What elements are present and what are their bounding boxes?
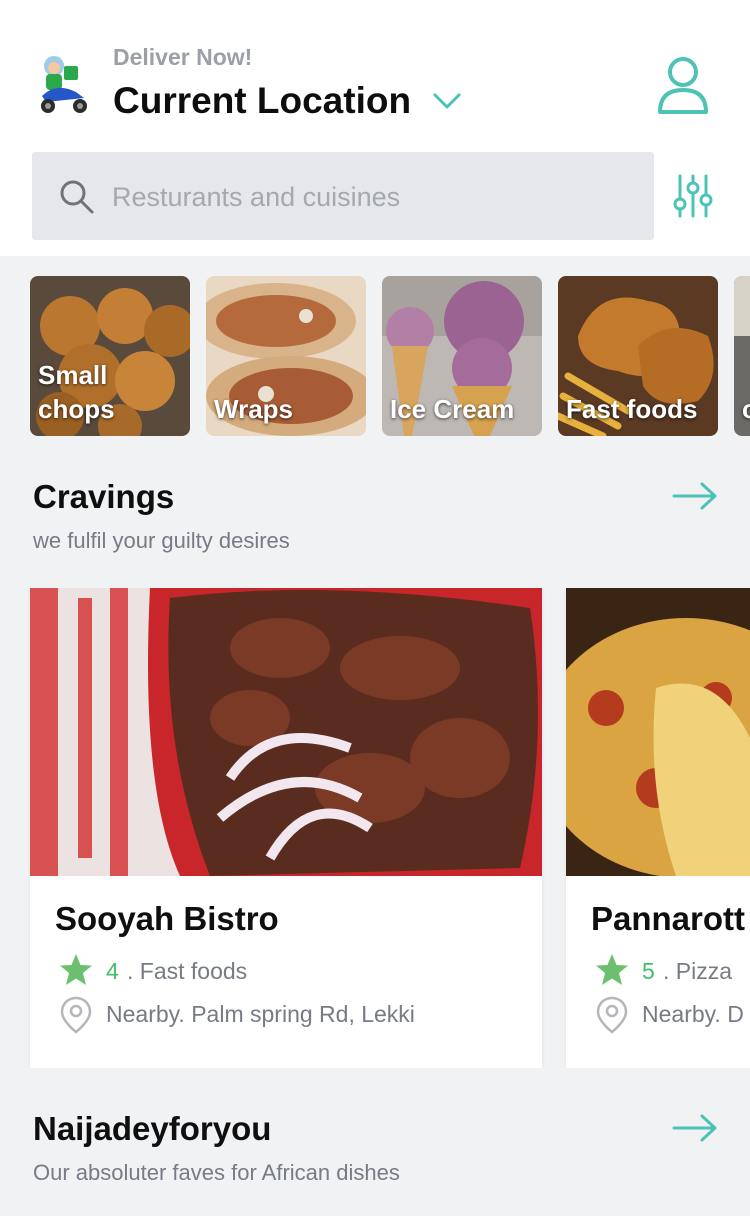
user-profile-icon[interactable] [656,54,710,116]
filter-sliders-icon[interactable] [672,174,714,218]
restaurant-card-pannarott[interactable]: Pannarott 5 . Pizza Nearby. D [566,588,750,1068]
restaurant-category: . Pizza [663,958,733,984]
current-location-selector[interactable]: Current Location [113,80,411,122]
search-input[interactable]: Resturants and cuisines [32,152,654,240]
category-label: c c [742,394,750,424]
search-icon [60,180,94,214]
category-label: Wraps [214,394,293,424]
restaurant-rating: 4 [106,958,119,984]
restaurant-address: Nearby. D [642,1001,744,1027]
restaurant-photo [566,588,750,876]
category-small-chops[interactable]: Small chops [30,276,190,436]
category-fast-foods[interactable]: Fast foods [558,276,718,436]
star-icon [596,954,628,985]
search-placeholder: Resturants and cuisines [112,182,401,212]
section-subtitle-naijadeyforyou: Our absoluter faves for African dishes [33,1160,400,1185]
category-carousel[interactable]: Small chops Wraps Ice Cream Fast foods c [30,276,750,436]
restaurant-name: Sooyah Bistro [55,900,279,937]
restaurant-rating: 5 [642,958,655,984]
category-label: Ice Cream [390,394,515,424]
delivery-rider-icon [41,56,87,113]
location-pin-icon [596,996,628,1034]
deliver-now-label: Deliver Now! [113,44,253,70]
restaurant-category: . Fast foods [127,958,248,984]
restaurant-address: Nearby. Palm spring Rd, Lekki [106,1001,415,1027]
location-pin-icon [60,996,92,1034]
arrow-right-icon[interactable] [672,1113,718,1143]
restaurant-photo [30,588,542,876]
arrow-right-icon[interactable] [672,481,718,511]
category-ice-cream[interactable]: Ice Cream [382,276,542,436]
chevron-down-icon[interactable] [432,90,462,112]
category-label: Fast foods [566,394,698,424]
section-title-cravings: Cravings [33,478,175,515]
restaurant-name: Pannarott [591,900,746,937]
category-partial[interactable]: c c [734,276,750,436]
category-label: Small chops [38,360,115,424]
category-wraps[interactable]: Wraps [206,276,366,436]
restaurant-card-sooyah-bistro[interactable]: Sooyah Bistro 4 . Fast foods Nearby. Pal… [30,588,542,1068]
star-icon [60,954,92,985]
section-title-naijadeyforyou: Naijadeyforyou [33,1110,272,1147]
section-subtitle-cravings: we fulfil your guilty desires [33,528,290,553]
restaurant-carousel[interactable]: Sooyah Bistro 4 . Fast foods Nearby. Pal… [0,588,750,1068]
